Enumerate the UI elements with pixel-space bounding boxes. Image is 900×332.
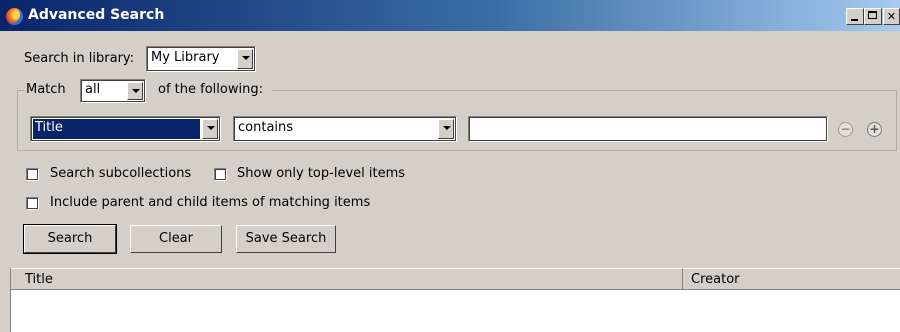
library-label: Search in library: — [24, 51, 135, 66]
minimize-button[interactable] — [846, 8, 864, 25]
chevron-down-icon[interactable] — [127, 82, 143, 100]
match-suffix-label: of the following: — [158, 82, 263, 97]
column-header-title[interactable]: Title — [11, 268, 683, 290]
minimize-icon — [851, 19, 858, 21]
match-mode-select[interactable]: all — [80, 79, 146, 103]
maximize-icon — [868, 11, 877, 19]
remove-condition-button[interactable]: − — [838, 122, 853, 137]
close-icon: ✕ — [886, 10, 897, 23]
match-mode-value: all — [85, 82, 101, 97]
window-title: Advanced Search — [28, 7, 165, 23]
search-button[interactable]: Search — [23, 224, 117, 254]
include-parent-child-checkbox[interactable] — [26, 197, 39, 210]
save-search-button[interactable]: Save Search — [236, 225, 336, 253]
search-subcollections-checkbox[interactable] — [26, 168, 39, 181]
search-subcollections-label: Search subcollections — [50, 166, 192, 181]
top-level-only-checkbox[interactable] — [214, 168, 227, 181]
clear-button[interactable]: Clear — [130, 225, 222, 253]
close-button[interactable]: ✕ — [883, 8, 900, 25]
title-bar: Advanced Search ✕ — [0, 0, 900, 31]
chevron-down-icon[interactable] — [237, 49, 253, 69]
chevron-down-icon[interactable] — [202, 119, 218, 139]
add-condition-button[interactable]: + — [867, 122, 882, 137]
minus-icon: − — [840, 122, 851, 136]
chevron-down-icon[interactable] — [438, 119, 454, 139]
match-label: Match — [26, 82, 66, 97]
condition-value-input[interactable] — [468, 116, 828, 142]
firefox-icon — [6, 8, 23, 25]
condition-operator-value: contains — [238, 120, 294, 135]
condition-field-select[interactable]: Title — [30, 116, 221, 142]
condition-operator-select[interactable]: contains — [233, 116, 457, 142]
plus-icon: + — [869, 122, 880, 136]
library-select-value: My Library — [151, 50, 220, 65]
condition-field-value: Title — [35, 120, 63, 135]
include-parent-child-label: Include parent and child items of matchi… — [50, 195, 371, 210]
maximize-button[interactable] — [864, 8, 882, 25]
column-header-creator[interactable]: Creator — [683, 268, 900, 290]
top-level-only-label: Show only top-level items — [237, 166, 406, 181]
library-select[interactable]: My Library — [146, 46, 256, 72]
results-table[interactable]: Title Creator — [10, 268, 900, 332]
